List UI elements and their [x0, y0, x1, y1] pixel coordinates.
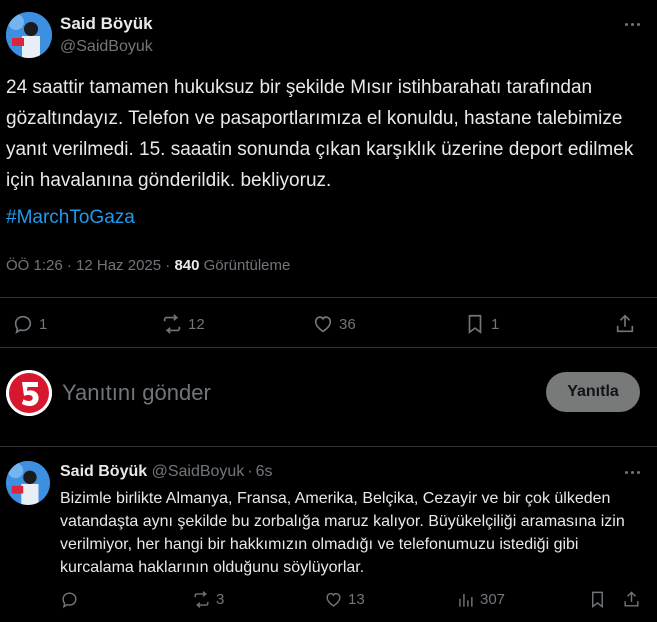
divider — [0, 297, 657, 298]
repost-action[interactable]: 12 — [161, 313, 205, 335]
reply-action[interactable]: 1 — [12, 313, 47, 335]
author-avatar[interactable] — [6, 12, 52, 58]
bookmark-icon — [592, 591, 603, 609]
analytics-icon — [459, 593, 473, 607]
reply-text: Bizimle birlikte Almanya, Fransa, Amerik… — [60, 490, 625, 576]
reply-input[interactable]: Yanıtını gönder — [62, 380, 211, 406]
reply-submit-button[interactable]: Yanıtla — [546, 372, 640, 412]
author-name[interactable]: Said Böyük — [60, 14, 153, 34]
bookmark-count: 1 — [491, 315, 500, 333]
reply-separator: · — [247, 463, 253, 480]
heart-icon — [314, 316, 332, 333]
reply-header: Said Böyük @SaidBoyuk · 6s — [60, 463, 273, 481]
divider — [0, 347, 657, 348]
hashtag-link[interactable]: #MarchToGaza — [6, 207, 135, 229]
views-label: Görüntüleme — [203, 257, 291, 274]
reply-share-action[interactable] — [622, 590, 641, 609]
reply-like-count: 13 — [348, 591, 365, 608]
author-handle[interactable]: @SaidBoyuk — [60, 38, 153, 56]
share-action[interactable] — [614, 313, 636, 335]
share-icon — [624, 591, 639, 607]
repost-count: 12 — [188, 315, 205, 333]
reply-age[interactable]: 6s — [256, 463, 273, 480]
reply-bookmark-action[interactable] — [588, 590, 607, 609]
avatar-image — [6, 12, 52, 58]
repost-icon — [163, 314, 181, 334]
reply-views-count: 307 — [480, 591, 506, 608]
divider — [0, 446, 657, 447]
reply-views-action[interactable]: 307 — [456, 590, 505, 609]
bookmark-action[interactable]: 1 — [464, 313, 499, 335]
reply-repost-count: 3 — [216, 591, 225, 608]
more-options-icon[interactable] — [621, 14, 643, 34]
avatar-image — [6, 461, 50, 505]
tweet-timestamp[interactable]: ÖÖ 1:26 · 12 Haz 2025 · — [6, 257, 170, 274]
reply-like-action[interactable]: 13 — [324, 590, 365, 609]
reply-author-handle[interactable]: @SaidBoyuk — [152, 463, 245, 480]
tweet-meta: ÖÖ 1:26 · 12 Haz 2025 · 840 Görüntüleme — [6, 257, 290, 274]
reply-more-options-icon[interactable] — [621, 462, 643, 482]
views-count: 840 — [174, 257, 200, 274]
heart-icon — [326, 592, 341, 607]
like-action[interactable]: 36 — [312, 313, 356, 335]
reply-author-avatar[interactable] — [6, 461, 50, 505]
reply-reply-action[interactable] — [60, 590, 84, 609]
repost-icon — [194, 591, 209, 608]
like-count: 36 — [339, 315, 356, 333]
share-icon — [616, 314, 634, 333]
user-avatar[interactable] — [6, 370, 52, 416]
channel-logo — [6, 370, 52, 416]
bookmark-icon — [468, 314, 482, 334]
reply-icon — [14, 315, 32, 334]
tweet-text: 24 saattir tamamen hukuksuz bir şekilde … — [6, 77, 634, 191]
reply-count: 1 — [39, 315, 48, 333]
reply-icon — [62, 592, 77, 609]
reply-author-name[interactable]: Said Böyük — [60, 463, 147, 480]
reply-repost-action[interactable]: 3 — [192, 590, 224, 609]
